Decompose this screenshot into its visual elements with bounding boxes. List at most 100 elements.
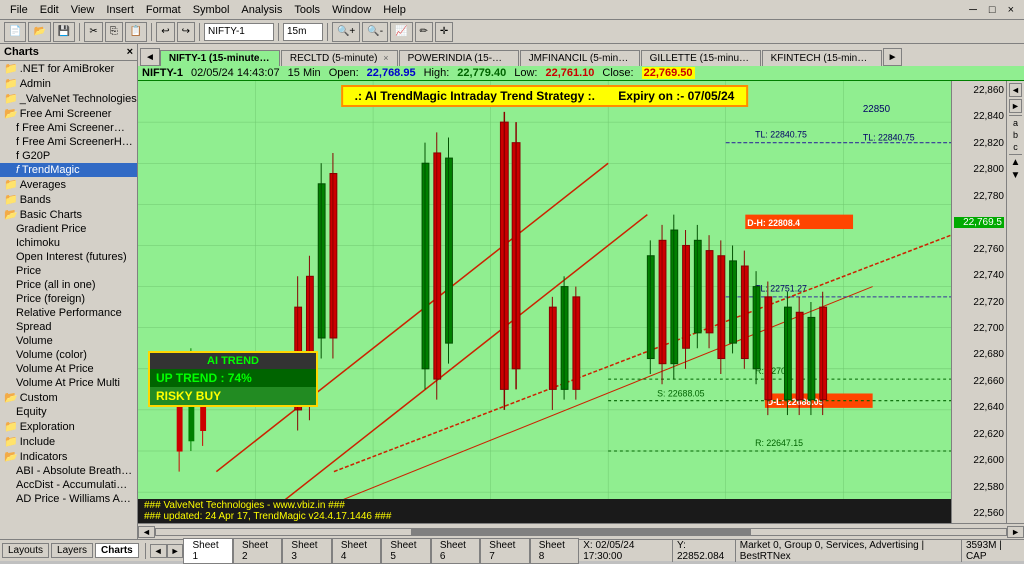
sheet-3[interactable]: Sheet 3 — [282, 538, 331, 564]
draw-btn[interactable]: ✏ — [415, 22, 433, 42]
cut-btn[interactable]: ✂ — [84, 22, 102, 42]
right-prev[interactable]: ◄ — [1009, 83, 1022, 97]
sidebar-item-include[interactable]: 📁 Include — [0, 434, 137, 449]
menu-file[interactable]: File — [4, 2, 34, 18]
chart-tab-powerindia[interactable]: POWERINDIA (15-minute) × — [399, 50, 519, 66]
sidebar-item-dotnet[interactable]: 📁 .NET for AmiBroker — [0, 61, 137, 76]
sidebar-item-equity[interactable]: Equity — [0, 405, 137, 419]
menu-insert[interactable]: Insert — [100, 2, 140, 18]
menu-edit[interactable]: Edit — [34, 2, 65, 18]
sidebar-item-volume-color[interactable]: Volume (color) — [0, 348, 137, 362]
sidebar-item-vol-price[interactable]: Volume At Price — [0, 362, 137, 376]
chart-tab-nifty[interactable]: NIFTY-1 (15-minute) × — [160, 50, 280, 66]
sidebar-item-bands[interactable]: 📁 Bands — [0, 192, 137, 207]
chart-tab-kfintech[interactable]: KFINTECH (15-minute) × — [762, 50, 882, 66]
zoom-out-btn[interactable]: 🔍- — [362, 22, 388, 42]
sidebar-item-indicators[interactable]: 📂 Indicators — [0, 449, 137, 464]
paste-btn[interactable]: 📋 — [125, 22, 147, 42]
menu-format[interactable]: Format — [140, 2, 187, 18]
menu-help[interactable]: Help — [377, 2, 412, 18]
chart-tab-jmfinancil[interactable]: JMFINANCIL (5-minute) × — [520, 50, 640, 66]
sidebar-item-averages[interactable]: 📁 Averages — [0, 177, 137, 192]
chart-tab-recltd[interactable]: RECLTD (5-minute) × — [281, 50, 398, 66]
sidebar-item-spread[interactable]: Spread — [0, 320, 137, 334]
sidebar-item-ichimoku[interactable]: Ichimoku — [0, 236, 137, 250]
sheet-8[interactable]: Sheet 8 — [530, 538, 579, 564]
sheet-6[interactable]: Sheet 6 — [431, 538, 480, 564]
menu-analysis[interactable]: Analysis — [235, 2, 288, 18]
maximize-btn[interactable]: □ — [983, 2, 1002, 18]
menu-window[interactable]: Window — [326, 2, 377, 18]
sidebar-item-price-all[interactable]: Price (all in one) — [0, 278, 137, 292]
menu-tools[interactable]: Tools — [288, 2, 326, 18]
sidebar-item-free-screener[interactable]: 📂 Free Ami Screener — [0, 106, 137, 121]
folder-icon: 📁 — [4, 77, 18, 90]
symbol-input[interactable] — [204, 23, 274, 41]
sidebar-item-oi[interactable]: Open Interest (futures) — [0, 250, 137, 264]
zoom-in-btn[interactable]: 🔍+ — [332, 22, 360, 42]
tab-prev[interactable]: ◄ — [140, 48, 160, 66]
save-btn[interactable]: 💾 — [53, 22, 75, 42]
sidebar-item-ad-price[interactable]: AD Price - Williams Adva — [0, 492, 137, 506]
tab-next[interactable]: ► — [883, 48, 903, 66]
sidebar-item-exploration[interactable]: 📁 Exploration — [0, 419, 137, 434]
chart-tab-gillette[interactable]: GILLETTE (15-minute) × — [641, 50, 761, 66]
tab-layers[interactable]: Layers — [51, 543, 93, 558]
open-btn[interactable]: 📂 — [28, 22, 50, 42]
sheet-7[interactable]: Sheet 7 — [480, 538, 529, 564]
chart-area: ◄ NIFTY-1 (15-minute) × RECLTD (5-minute… — [138, 44, 1024, 539]
indicators-btn[interactable]: 📈 — [390, 22, 412, 42]
new-btn[interactable]: 📄 — [4, 22, 26, 42]
redo-btn[interactable]: ↪ — [177, 22, 195, 42]
sheet-5[interactable]: Sheet 5 — [381, 538, 430, 564]
price-22700: 22,700 — [954, 323, 1004, 334]
menu-symbol[interactable]: Symbol — [187, 2, 236, 18]
sidebar-item-valvenet[interactable]: 📁 _ValveNet Technologies — [0, 91, 137, 106]
sheet-1[interactable]: Sheet 1 — [183, 538, 232, 564]
tab-close-recltd[interactable]: × — [383, 53, 388, 63]
sheet-4[interactable]: Sheet 4 — [332, 538, 381, 564]
status-memory: 3593M | CAP — [961, 540, 1024, 562]
right-arrow-down[interactable]: ▼ — [1011, 170, 1021, 181]
right-next[interactable]: ► — [1009, 99, 1022, 113]
sheet-next[interactable]: ► — [167, 544, 184, 558]
sidebar-item-rel-perf[interactable]: Relative Performance — [0, 306, 137, 320]
sidebar-item-admin[interactable]: 📁 Admin — [0, 76, 137, 91]
close-btn[interactable]: × — [1002, 2, 1020, 18]
sidebar-item-vol-price-multi[interactable]: Volume At Price Multi — [0, 376, 137, 390]
minimize-btn[interactable]: ─ — [963, 2, 983, 18]
chart-low: 22,761.10 — [545, 67, 594, 79]
right-arrow-up[interactable]: ▲ — [1011, 157, 1021, 168]
menu-view[interactable]: View — [65, 2, 101, 18]
sidebar-item-price-foreign[interactable]: Price (foreign) — [0, 292, 137, 306]
crosshair-btn[interactable]: ✛ — [435, 22, 453, 42]
sidebar-item-abi[interactable]: ABI - Absolute Breath Ind — [0, 464, 137, 478]
interval-input[interactable] — [283, 23, 323, 41]
sidebar-item-custom[interactable]: 📂 Custom — [0, 390, 137, 405]
sheet-prev[interactable]: ◄ — [150, 544, 167, 558]
sidebar-item-basic-charts[interactable]: 📂 Basic Charts — [0, 207, 137, 222]
sidebar-item-accdist[interactable]: AccDist - Accumulation I — [0, 478, 137, 492]
tab-close-nifty[interactable]: × — [269, 53, 274, 63]
chart-main[interactable]: .: AI TrendMagic Intraday Trend Strategy… — [138, 81, 951, 523]
sidebar-item-g20p[interactable]: f G20P — [0, 149, 137, 163]
scroll-right[interactable]: ► — [1007, 526, 1024, 538]
sidebar-item-price[interactable]: Price — [0, 264, 137, 278]
chart-low-label: Low: — [514, 67, 537, 79]
sidebar-item-volume[interactable]: Volume — [0, 334, 137, 348]
tab-close-gillette[interactable]: × — [757, 53, 761, 63]
sidebar-item-trendmagic[interactable]: f TrendMagic — [0, 163, 137, 177]
chart-svg[interactable]: D-H: 22808.4 D-L: 22688.05 TL: 2284 — [138, 81, 951, 523]
undo-btn[interactable]: ↩ — [156, 22, 174, 42]
scroll-left[interactable]: ◄ — [138, 526, 155, 538]
sidebar-item-gradient[interactable]: Gradient Price — [0, 222, 137, 236]
sheet-2[interactable]: Sheet 2 — [233, 538, 282, 564]
sidebar-item-screener-high[interactable]: f Free Ami ScreenerHigh — [0, 135, 137, 149]
copy-btn[interactable]: ⎘ — [105, 22, 123, 42]
formula-icon: f — [16, 122, 19, 134]
sidebar-close[interactable]: × — [127, 46, 133, 58]
tab-charts[interactable]: Charts — [95, 543, 139, 558]
sidebar-item-screener-gain[interactable]: f Free Ami ScreenerGaine — [0, 121, 137, 135]
tab-layouts[interactable]: Layouts — [2, 543, 49, 558]
tab-close-kfintech[interactable]: × — [880, 53, 881, 63]
